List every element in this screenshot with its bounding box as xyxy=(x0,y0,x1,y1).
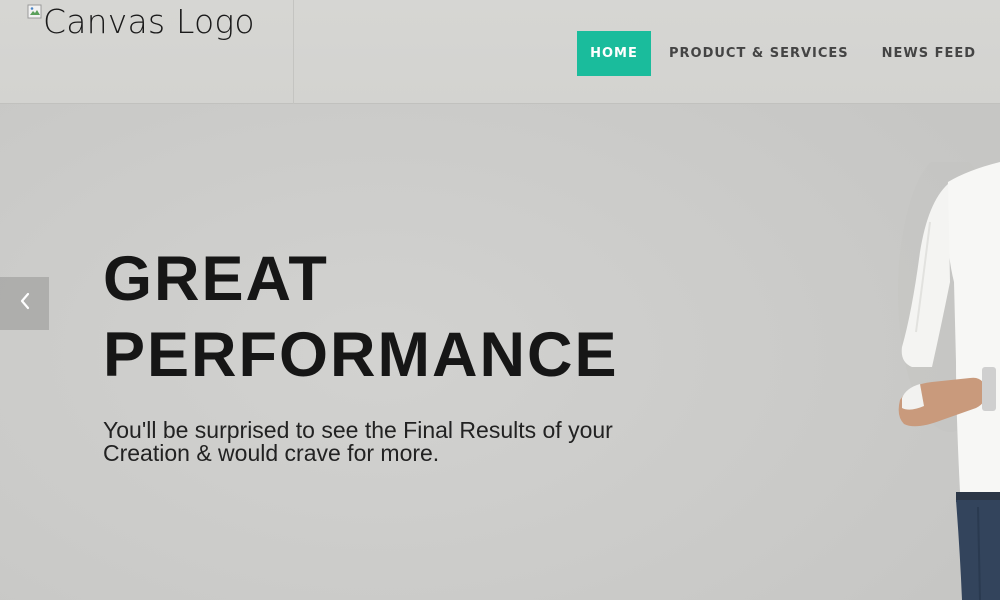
nav-item-product-services[interactable]: PRODUCT & SERVICES xyxy=(669,31,849,76)
slider-prev-button[interactable] xyxy=(0,277,49,330)
nav-item-home[interactable]: HOME xyxy=(577,31,651,76)
nav-item-news-feed[interactable]: NEWS FEED xyxy=(882,31,976,76)
logo-link[interactable]: Canvas Logo xyxy=(27,3,255,41)
hero-person-image xyxy=(898,162,1000,600)
hero-slider: GREAT PERFORMANCE You'll be surprised to… xyxy=(0,104,1000,600)
hero-title: GREAT PERFORMANCE xyxy=(103,241,619,393)
primary-nav: HOME PRODUCT & SERVICES NEWS FEED PO xyxy=(577,31,1000,76)
hero-subtitle-line2: Creation & would crave for more. xyxy=(103,440,440,466)
hero-title-line2: PERFORMANCE xyxy=(103,320,619,390)
site-header: Canvas Logo HOME PRODUCT & SERVICES NEWS… xyxy=(0,0,1000,104)
hero-subtitle-line1: You'll be surprised to see the Final Res… xyxy=(103,417,613,443)
logo-area: Canvas Logo xyxy=(0,0,294,104)
chevron-left-icon xyxy=(18,291,32,316)
hero-subtitle: You'll be surprised to see the Final Res… xyxy=(103,419,673,465)
broken-image-icon xyxy=(27,4,43,20)
hero-title-line1: GREAT xyxy=(103,244,329,314)
logo-alt-text: Canvas Logo xyxy=(43,2,255,41)
